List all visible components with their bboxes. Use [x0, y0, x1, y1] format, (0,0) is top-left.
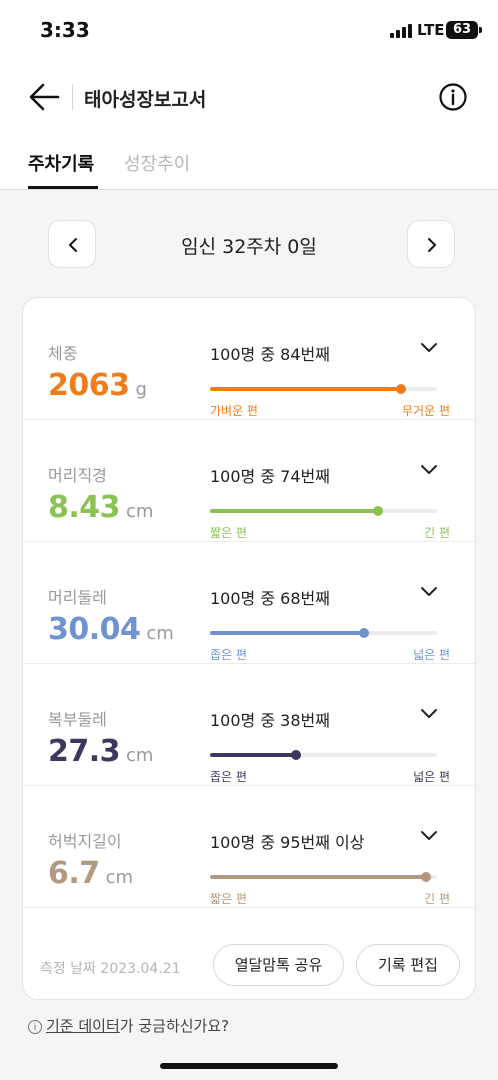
caption-high: 무거운 편: [402, 404, 450, 418]
measurement-row-weight: 체중 2063 g 100명 중 84번째 가벼운 편 무거운 편: [23, 298, 475, 420]
share-button[interactable]: 열달맘톡 공유: [213, 944, 344, 986]
measurement-rank: 100명 중 74번째: [210, 467, 330, 486]
help-text: 가 궁금하신가요?: [119, 1017, 230, 1035]
caption-low: 좁은 편: [210, 770, 247, 784]
arrow-left-icon: [29, 83, 60, 111]
percentile-bar: [210, 872, 437, 882]
caption-high: 긴 편: [424, 526, 450, 540]
percentile-marker: [359, 628, 370, 638]
percentile-bar: [210, 628, 437, 638]
measurement-rank: 100명 중 38번째: [210, 711, 330, 730]
measurement-unit: cm: [105, 867, 134, 888]
caption-high: 넓은 편: [413, 648, 450, 662]
percentile-marker: [420, 872, 431, 882]
row-divider: [23, 907, 475, 908]
percentile-fill: [210, 753, 297, 757]
measurement-rank: 100명 중 95번째 이상: [210, 833, 365, 852]
measurement-date: 측정 날짜 2023.04.21: [40, 961, 181, 977]
measurement-unit: cm: [126, 745, 154, 766]
measurement-rank: 100명 중 84번째: [210, 345, 330, 364]
percentile-fill: [210, 875, 426, 879]
measurement-row-head-circumference: 머리둘레 30.04 cm 100명 중 68번째 좁은 편 넓은 편: [23, 542, 475, 664]
chevron-down-icon[interactable]: [420, 708, 438, 720]
tab-active-indicator: [28, 186, 98, 189]
measurement-value: 6.7 cm: [48, 856, 134, 891]
measurement-value: 8.43 cm: [48, 490, 154, 525]
help-line: i 기준 데이터가 궁금하신가요?: [28, 1015, 229, 1036]
back-button[interactable]: [28, 82, 62, 112]
caption-low: 좁은 편: [210, 648, 247, 662]
percentile-fill: [210, 387, 401, 391]
percentile-marker: [372, 506, 383, 516]
chevron-down-icon[interactable]: [420, 464, 438, 476]
tab-growth-trend[interactable]: 성장추이: [124, 150, 190, 176]
next-week-button[interactable]: [407, 220, 455, 268]
measurement-unit: g: [135, 379, 147, 400]
percentile-fill: [210, 631, 365, 635]
info-circle-icon: [439, 83, 467, 111]
page-title: 태아성장보고서: [84, 89, 207, 111]
chevron-left-icon: [69, 238, 77, 252]
percentile-marker: [395, 384, 406, 394]
measurement-label: 허벅지길이: [48, 832, 122, 851]
measurement-label: 머리직경: [48, 466, 107, 485]
caption-high: 긴 편: [424, 892, 450, 906]
chevron-right-icon: [428, 238, 436, 252]
caption-low: 짧은 편: [210, 526, 247, 540]
caption-low: 짧은 편: [210, 892, 247, 906]
info-circle-icon: i: [28, 1020, 42, 1034]
measurement-row-head-diameter: 머리직경 8.43 cm 100명 중 74번째 짧은 편 긴 편: [23, 420, 475, 542]
measurement-label: 체중: [48, 344, 78, 363]
network-type: LTE: [417, 21, 445, 39]
chevron-down-icon[interactable]: [420, 586, 438, 598]
percentile-bar: [210, 750, 437, 760]
edit-record-button[interactable]: 기록 편집: [356, 944, 460, 986]
caption-low: 가벼운 편: [210, 404, 258, 418]
measurement-value: 30.04 cm: [48, 612, 174, 647]
status-bar: 3:33 LTE 63: [0, 0, 498, 62]
measurement-unit: cm: [146, 623, 174, 644]
measurement-row-abdominal-circumference: 복부둘레 27.3 cm 100명 중 38번째 좁은 편 넓은 편: [23, 664, 475, 786]
measurement-value: 2063 g: [48, 368, 147, 403]
percentile-fill: [210, 509, 378, 513]
measurement-value: 27.3 cm: [48, 734, 154, 769]
header-divider: [72, 84, 73, 110]
measurement-label: 머리둘레: [48, 588, 107, 607]
measurement-row-femur-length: 허벅지길이 6.7 cm 100명 중 95번째 이상 짧은 편 긴 편: [23, 786, 475, 908]
reference-data-link[interactable]: 기준 데이터: [46, 1017, 120, 1035]
chevron-down-icon[interactable]: [420, 830, 438, 842]
percentile-bar: [210, 384, 437, 394]
home-indicator: [160, 1063, 338, 1069]
measurement-card: 체중 2063 g 100명 중 84번째 가벼운 편 무거운 편 머리직경 8.…: [22, 297, 476, 1000]
caption-high: 넓은 편: [413, 770, 450, 784]
measurement-rank: 100명 중 68번째: [210, 589, 330, 608]
week-navigator: 임신 32주차 0일: [0, 220, 498, 270]
chevron-down-icon[interactable]: [420, 342, 438, 354]
app-header: 태아성장보고서: [0, 70, 498, 126]
prev-week-button[interactable]: [48, 220, 96, 268]
signal-icon: [390, 24, 412, 38]
measurement-unit: cm: [126, 501, 154, 522]
tab-weekly-record[interactable]: 주차기록: [28, 150, 94, 176]
measurement-label: 복부둘레: [48, 710, 107, 729]
tab-bar: 주차기록 성장추이: [0, 140, 498, 190]
percentile-bar: [210, 506, 437, 516]
percentile-marker: [291, 750, 302, 760]
info-button[interactable]: [438, 82, 468, 112]
status-time: 3:33: [40, 18, 90, 42]
battery-icon: 63: [446, 21, 482, 39]
